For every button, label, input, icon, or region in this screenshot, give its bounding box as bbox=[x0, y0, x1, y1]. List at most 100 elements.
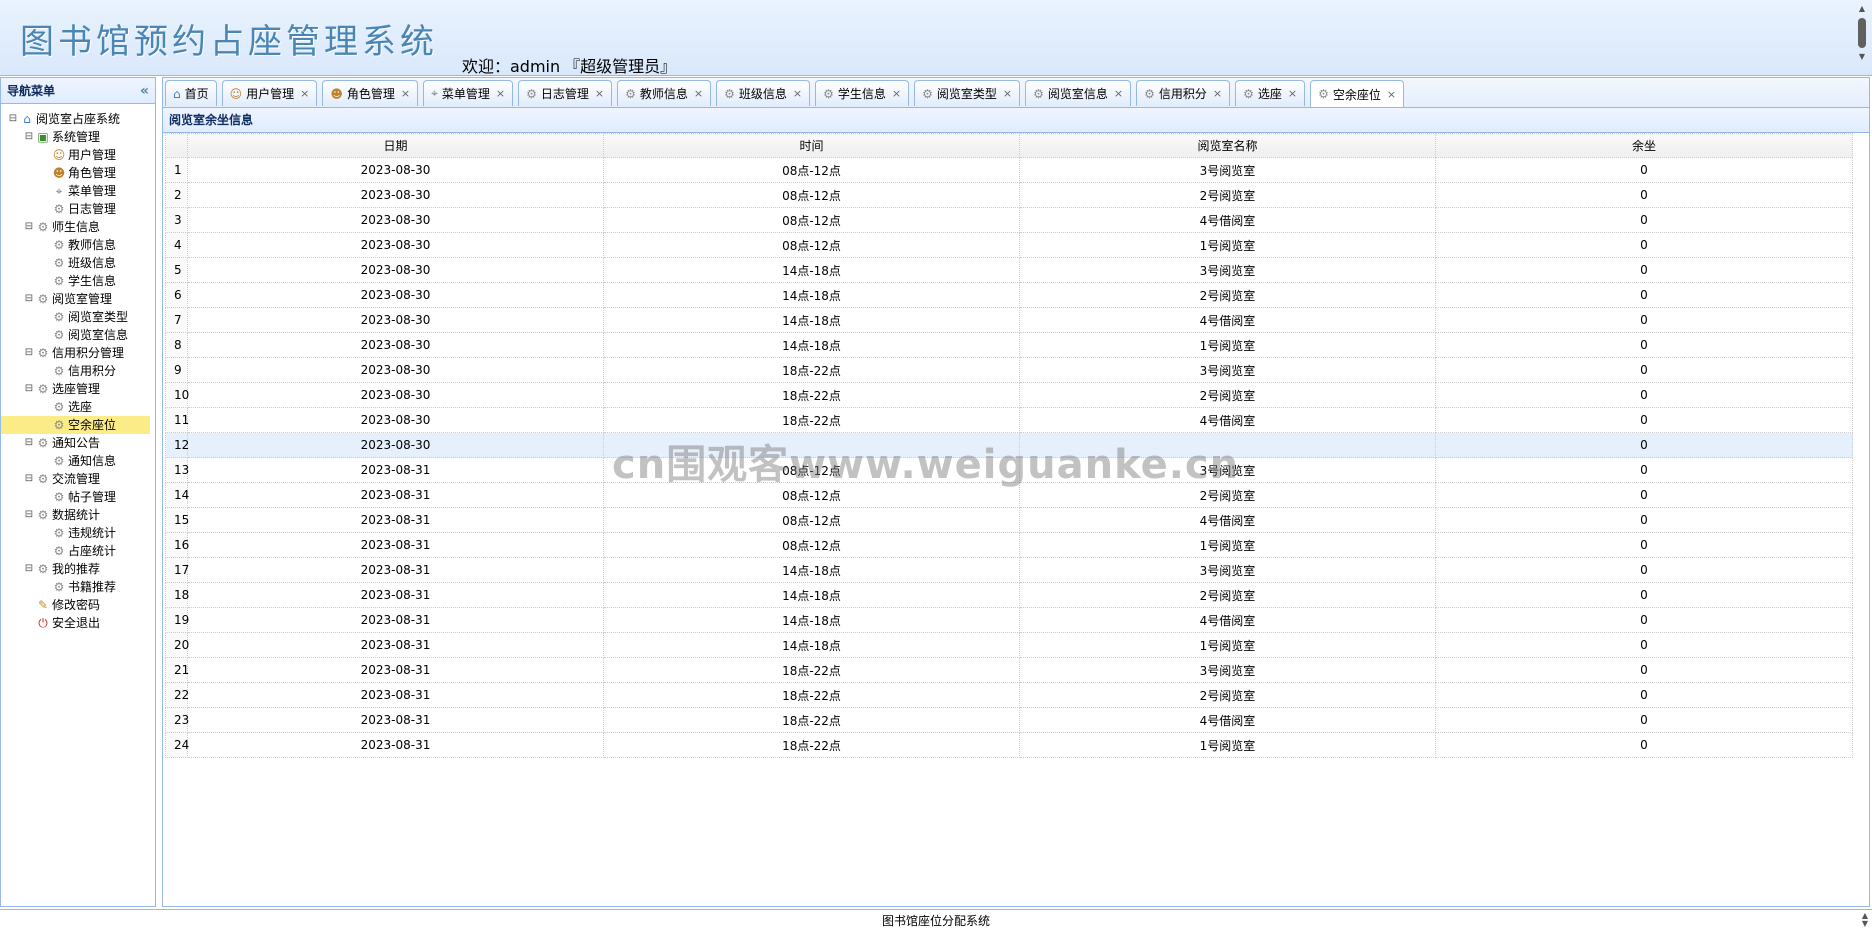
table-row[interactable]: 2 2023-08-30 08点-12点 2号阅览室 0 bbox=[165, 182, 1853, 208]
scroll-down-icon[interactable]: ▼ bbox=[1856, 52, 1868, 62]
footer-scroll-icon[interactable]: ▲ ▼ bbox=[1862, 912, 1868, 928]
close-icon[interactable]: × bbox=[1288, 87, 1297, 100]
nav-item[interactable]: ✎ 修改密码 bbox=[7, 596, 155, 614]
nav-item[interactable]: ⚙ 班级信息 bbox=[7, 254, 155, 272]
table-row[interactable]: 18 2023-08-31 14点-18点 2号阅览室 0 bbox=[165, 582, 1853, 608]
nav-item[interactable]: ⊟ ▣ 系统管理 bbox=[7, 128, 155, 146]
nav-item[interactable]: ⊟ ⌂ 阅览室占座系统 bbox=[7, 110, 155, 128]
table-row[interactable]: 10 2023-08-30 18点-22点 2号阅览室 0 bbox=[165, 382, 1853, 408]
gear-icon: ⚙ bbox=[37, 436, 49, 450]
tab[interactable]: ⚙ 信用积分 × bbox=[1136, 80, 1231, 106]
column-header-room[interactable]: 阅览室名称 bbox=[1019, 133, 1436, 158]
collapse-icon[interactable]: « bbox=[140, 83, 149, 99]
table-row[interactable]: 7 2023-08-30 14点-18点 4号借阅室 0 bbox=[165, 307, 1853, 333]
close-icon[interactable]: × bbox=[1114, 87, 1123, 100]
tree-toggle-icon[interactable]: ⊟ bbox=[23, 506, 35, 524]
close-icon[interactable]: × bbox=[1003, 87, 1012, 100]
tree-toggle-icon[interactable]: ⊟ bbox=[23, 470, 35, 488]
table-row[interactable]: 5 2023-08-30 14点-18点 3号阅览室 0 bbox=[165, 257, 1853, 283]
close-icon[interactable]: × bbox=[793, 87, 802, 100]
tree-toggle-icon[interactable]: ⊟ bbox=[23, 218, 35, 236]
table-row[interactable]: 16 2023-08-31 08点-12点 1号阅览室 0 bbox=[165, 532, 1853, 558]
table-row[interactable]: 1 2023-08-30 08点-12点 3号阅览室 0 bbox=[165, 157, 1853, 183]
nav-item[interactable]: ⚙ 违规统计 bbox=[7, 524, 155, 542]
nav-item[interactable]: ⊟ ⚙ 数据统计 bbox=[7, 506, 155, 524]
nav-item[interactable]: ⚙ 空余座位 bbox=[1, 416, 150, 434]
table-row[interactable]: 8 2023-08-30 14点-18点 1号阅览室 0 bbox=[165, 332, 1853, 358]
tab[interactable]: ⚙ 学生信息 × bbox=[815, 80, 910, 106]
table-row[interactable]: 11 2023-08-30 18点-22点 4号借阅室 0 bbox=[165, 407, 1853, 433]
table-row[interactable]: 15 2023-08-31 08点-12点 4号借阅室 0 bbox=[165, 507, 1853, 533]
close-icon[interactable]: × bbox=[892, 87, 901, 100]
nav-item[interactable]: ⚙ 阅览室信息 bbox=[7, 326, 155, 344]
tree-toggle-icon[interactable]: ⊟ bbox=[7, 110, 19, 128]
tree-toggle-icon[interactable]: ⊟ bbox=[23, 560, 35, 578]
nav-item[interactable]: ⚙ 通知信息 bbox=[7, 452, 155, 470]
table-row[interactable]: 24 2023-08-31 18点-22点 1号阅览室 0 bbox=[165, 732, 1853, 758]
tab[interactable]: ⌖ 菜单管理 × bbox=[423, 80, 514, 106]
tab[interactable]: ⚙ 选座 × bbox=[1235, 80, 1306, 106]
table-row[interactable]: 6 2023-08-30 14点-18点 2号阅览室 0 bbox=[165, 282, 1853, 308]
close-icon[interactable]: × bbox=[300, 87, 309, 100]
tree-toggle-icon[interactable]: ⊟ bbox=[23, 344, 35, 362]
column-header-seats[interactable]: 余坐 bbox=[1435, 133, 1853, 158]
nav-item[interactable]: ⚙ 占座统计 bbox=[7, 542, 155, 560]
table-row[interactable]: 13 2023-08-31 08点-12点 3号阅览室 0 bbox=[165, 457, 1853, 483]
nav-item[interactable]: ⊟ ⚙ 交流管理 bbox=[7, 470, 155, 488]
nav-item[interactable]: ⚙ 教师信息 bbox=[7, 236, 155, 254]
tree-toggle-icon[interactable]: ⊟ bbox=[23, 380, 35, 398]
table-row[interactable]: 14 2023-08-31 08点-12点 2号阅览室 0 bbox=[165, 482, 1853, 508]
scroll-up-icon[interactable]: ▲ bbox=[1856, 4, 1868, 14]
nav-item[interactable]: ☺ 用户管理 bbox=[7, 146, 155, 164]
column-header-time[interactable]: 时间 bbox=[603, 133, 1020, 158]
nav-item[interactable]: ⚙ 帖子管理 bbox=[7, 488, 155, 506]
tab[interactable]: ⚙ 教师信息 × bbox=[617, 80, 712, 106]
table-row[interactable]: 21 2023-08-31 18点-22点 3号阅览室 0 bbox=[165, 657, 1853, 683]
tree-toggle-icon[interactable]: ⊟ bbox=[23, 290, 35, 308]
tab[interactable]: ⚙ 空余座位 × bbox=[1310, 80, 1405, 107]
table-row[interactable]: 23 2023-08-31 18点-22点 4号借阅室 0 bbox=[165, 707, 1853, 733]
nav-item[interactable]: ⊟ ⚙ 阅览室管理 bbox=[7, 290, 155, 308]
nav-item[interactable]: ⌖ 菜单管理 bbox=[7, 182, 155, 200]
close-icon[interactable]: × bbox=[496, 87, 505, 100]
table-row[interactable]: 17 2023-08-31 14点-18点 3号阅览室 0 bbox=[165, 557, 1853, 583]
tab[interactable]: ⚙ 日志管理 × bbox=[518, 80, 613, 106]
tree-toggle-icon[interactable]: ⊟ bbox=[23, 434, 35, 452]
table-row[interactable]: 19 2023-08-31 14点-18点 4号借阅室 0 bbox=[165, 607, 1853, 633]
nav-item[interactable]: ⚙ 信用积分 bbox=[7, 362, 155, 380]
header-scrollbar[interactable]: ▲ ▼ bbox=[1856, 4, 1868, 70]
close-icon[interactable]: × bbox=[1387, 88, 1396, 101]
tab[interactable]: ☻ 角色管理 × bbox=[322, 80, 419, 106]
close-icon[interactable]: × bbox=[401, 87, 410, 100]
column-header-date[interactable]: 日期 bbox=[187, 133, 604, 158]
nav-item[interactable]: ⚙ 学生信息 bbox=[7, 272, 155, 290]
close-icon[interactable]: × bbox=[694, 87, 703, 100]
nav-item[interactable]: ⊟ ⚙ 通知公告 bbox=[7, 434, 155, 452]
tab[interactable]: ⚙ 阅览室信息 × bbox=[1025, 80, 1132, 106]
nav-item[interactable]: ⊟ ⚙ 信用积分管理 bbox=[7, 344, 155, 362]
close-icon[interactable]: × bbox=[1213, 87, 1222, 100]
nav-item[interactable]: ⚙ 书籍推荐 bbox=[7, 578, 155, 596]
scroll-thumb[interactable] bbox=[1858, 18, 1866, 48]
table-row[interactable]: 3 2023-08-30 08点-12点 4号借阅室 0 bbox=[165, 207, 1853, 233]
cell-date: 2023-08-30 bbox=[187, 432, 604, 458]
nav-item[interactable]: ⚙ 阅览室类型 bbox=[7, 308, 155, 326]
nav-item[interactable]: ⊟ ⚙ 师生信息 bbox=[7, 218, 155, 236]
tab[interactable]: ⚙ 班级信息 × bbox=[716, 80, 811, 106]
nav-item[interactable]: ⊟ ⚙ 选座管理 bbox=[7, 380, 155, 398]
nav-item[interactable]: ⚙ 选座 bbox=[7, 398, 155, 416]
table-row[interactable]: 22 2023-08-31 18点-22点 2号阅览室 0 bbox=[165, 682, 1853, 708]
tab[interactable]: ⚙ 阅览室类型 × bbox=[914, 80, 1021, 106]
table-row[interactable]: 9 2023-08-30 18点-22点 3号阅览室 0 bbox=[165, 357, 1853, 383]
close-icon[interactable]: × bbox=[595, 87, 604, 100]
tab[interactable]: ⌂ 首页 bbox=[165, 80, 217, 106]
table-row[interactable]: 20 2023-08-31 14点-18点 1号阅览室 0 bbox=[165, 632, 1853, 658]
nav-item[interactable]: ⊟ ⚙ 我的推荐 bbox=[7, 560, 155, 578]
table-row[interactable]: 12 2023-08-30 0 bbox=[165, 432, 1853, 458]
nav-item[interactable]: ⚙ 日志管理 bbox=[7, 200, 155, 218]
nav-item[interactable]: ☻ 角色管理 bbox=[7, 164, 155, 182]
table-row[interactable]: 4 2023-08-30 08点-12点 1号阅览室 0 bbox=[165, 232, 1853, 258]
tree-toggle-icon[interactable]: ⊟ bbox=[23, 128, 35, 146]
nav-item[interactable]: ⏻ 安全退出 bbox=[7, 614, 155, 632]
tab[interactable]: ☺ 用户管理 × bbox=[221, 80, 318, 106]
